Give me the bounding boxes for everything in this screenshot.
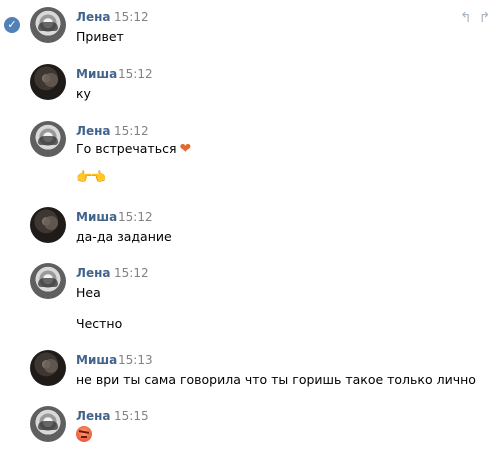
message-actions: ↰ ↱ <box>460 10 497 26</box>
avatar[interactable] <box>30 64 66 100</box>
sender-name[interactable]: Лена <box>76 266 111 280</box>
sender-name[interactable]: Лена <box>76 409 111 423</box>
angry-face-emoji <box>76 426 92 442</box>
reply-icon[interactable]: ↰ <box>460 10 472 26</box>
message-text: не ври ты сама говорила что ты горишь та… <box>76 372 476 387</box>
message-time[interactable]: 15:13 <box>118 353 153 367</box>
message-text-line: Го встречаться ❤ <box>76 141 191 157</box>
heart-emoji: ❤ <box>179 141 192 157</box>
forward-icon[interactable]: ↱ <box>479 10 491 26</box>
hands-pointing-emoji: 👉👈 <box>76 170 106 185</box>
avatar[interactable] <box>30 350 66 386</box>
avatar[interactable] <box>30 121 66 157</box>
sender-name[interactable]: Лена <box>76 10 111 24</box>
message-time[interactable]: 15:12 <box>114 124 149 138</box>
message-text: да-да задание <box>76 229 172 244</box>
message-text: Неа <box>76 285 101 300</box>
avatar[interactable] <box>30 7 66 43</box>
message-time[interactable]: 15:12 <box>118 67 153 81</box>
avatar[interactable] <box>30 406 66 442</box>
sender-name[interactable]: Миша <box>76 353 117 367</box>
sender-name[interactable]: Миша <box>76 210 117 224</box>
message-text: Честно <box>76 316 123 331</box>
message-text: Привет <box>76 29 124 44</box>
message-text: ку <box>76 86 91 101</box>
avatar[interactable] <box>30 207 66 243</box>
checkmark-icon[interactable]: ✓ <box>4 17 20 33</box>
message-time[interactable]: 15:12 <box>118 210 153 224</box>
message-time[interactable]: 15:12 <box>114 266 149 280</box>
message-text: Го встречаться <box>76 141 177 156</box>
sender-name[interactable]: Миша <box>76 67 117 81</box>
message-time[interactable]: 15:15 <box>114 409 149 423</box>
avatar[interactable] <box>30 263 66 299</box>
message-time[interactable]: 15:12 <box>114 10 149 24</box>
sender-name[interactable]: Лена <box>76 124 111 138</box>
